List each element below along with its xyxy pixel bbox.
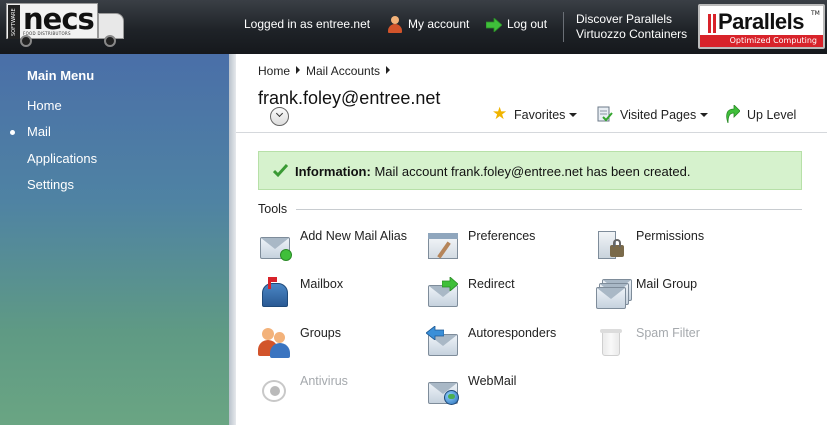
page-title: frank.foley@entree.net [258,88,441,108]
mail-group-icon [594,277,632,311]
truck-wheel-icon [104,35,116,47]
tool-label: Permissions [636,229,705,243]
parallels-tagline: Optimized Computing [700,35,823,47]
parallels-name: Parallels [718,9,805,34]
discover-line-2: Virtuozzo Containers [576,27,688,41]
tool-webmail[interactable]: WebMail [426,374,586,414]
info-message: Information: Mail account frank.foley@en… [258,151,802,190]
tool-permissions[interactable]: Permissions [594,229,754,269]
antivirus-icon [258,374,292,408]
tool-spam-filter[interactable]: Spam Filter [594,326,754,366]
groups-icon [258,326,292,360]
tool-mail-group[interactable]: Mail Group [594,277,754,317]
collapse-button[interactable] [270,107,289,126]
logo-subtext: FOOD DISTRIBUTORS [23,31,71,36]
visited-pages-label: Visited Pages [620,108,697,122]
sidebar-item-applications[interactable]: Applications [27,151,97,166]
tool-groups[interactable]: Groups [258,326,418,366]
breadcrumb-arrow-icon [386,66,391,74]
discover-parallels-link[interactable]: Discover Parallels Virtuozzo Containers [576,12,687,42]
mailbox-icon [258,277,292,311]
tool-mailbox[interactable]: Mailbox [258,277,418,317]
tool-label: Groups [300,326,341,340]
tools-heading: Tools [258,202,288,216]
necs-logo[interactable]: SOFTWARE FOR necs FOOD DISTRIBUTORS [6,2,130,51]
spam-filter-icon [594,326,628,360]
breadcrumb-mail-accounts[interactable]: Mail Accounts [306,64,380,78]
caret-down-icon [700,113,709,117]
redirect-icon [426,277,460,311]
breadcrumb: Home Mail Accounts [258,64,396,78]
visited-pages-icon [597,106,613,122]
tool-antivirus[interactable]: Antivirus [258,374,418,414]
sidebar-splitter[interactable] [229,54,236,425]
main-menu-title: Main Menu [27,68,95,83]
log-out-link[interactable]: Log out [507,17,547,31]
parallels-tm: TM [811,10,820,17]
tool-label: Spam Filter [636,326,700,340]
info-text: Information: Mail account frank.foley@en… [295,164,690,179]
tool-label: Add New Mail Alias [300,229,407,243]
logout-arrow-icon [486,18,502,32]
webmail-icon [426,374,460,408]
visited-pages-menu[interactable]: Visited Pages [620,108,709,122]
discover-line-1: Discover Parallels [576,12,673,26]
tool-label: Antivirus [300,374,348,388]
tool-redirect[interactable]: Redirect [426,277,586,317]
sidebar-item-settings[interactable]: Settings [27,177,74,192]
parallels-logo[interactable]: Parallels TM Optimized Computing [698,4,825,49]
truck-box: SOFTWARE FOR necs FOOD DISTRIBUTORS [6,2,98,39]
caret-down-icon [569,113,578,117]
favorites-menu[interactable]: Favorites [514,108,578,122]
sidebar-item-home[interactable]: Home [27,98,62,113]
active-bullet-icon [10,130,15,135]
tool-autoresponders[interactable]: Autoresponders [426,326,586,366]
tool-label: WebMail [468,374,517,388]
main-content: Information: Mail account frank.foley@en… [236,133,827,425]
breadcrumb-arrow-icon [296,66,301,74]
parallels-bars-icon [708,14,717,33]
my-account-link[interactable]: My account [408,17,469,31]
star-icon: ★ [492,104,508,124]
logged-in-text: Logged in as entree.net [244,17,371,31]
up-level-link[interactable]: Up Level [747,108,796,122]
topbar-divider [563,12,564,42]
truck-wheel-icon [20,35,32,47]
tools-divider [296,209,802,210]
tool-label: Mail Group [636,277,698,291]
sidebar-item-mail[interactable]: Mail [27,124,51,139]
top-bar: SOFTWARE FOR necs FOOD DISTRIBUTORS Logg… [0,0,827,54]
tool-label: Mailbox [300,277,344,291]
tool-label: Redirect [468,277,515,291]
up-level-icon [726,105,740,123]
autoresponders-icon [426,326,460,360]
info-label: Information: [295,164,371,179]
tool-label: Autoresponders [468,326,557,340]
tool-label: Preferences [468,229,536,243]
preferences-icon [426,229,460,263]
breadcrumb-home[interactable]: Home [258,64,290,78]
info-message-text: Mail account frank.foley@entree.net has … [374,164,691,179]
tool-add-new-mail-alias[interactable]: Add New Mail Alias [258,229,418,269]
page-header: Home Mail Accounts frank.foley@entree.net… [236,54,827,132]
sidebar: Main Menu Home Mail Applications Setting… [0,54,229,425]
permissions-icon [594,229,628,263]
user-icon [387,16,403,33]
add-mail-alias-icon [258,229,292,263]
tool-preferences[interactable]: Preferences [426,229,586,269]
favorites-label: Favorites [514,108,566,122]
chevron-down-icon [275,109,284,118]
checkmark-icon [273,163,288,178]
logo-side-text: SOFTWARE FOR [8,5,20,39]
